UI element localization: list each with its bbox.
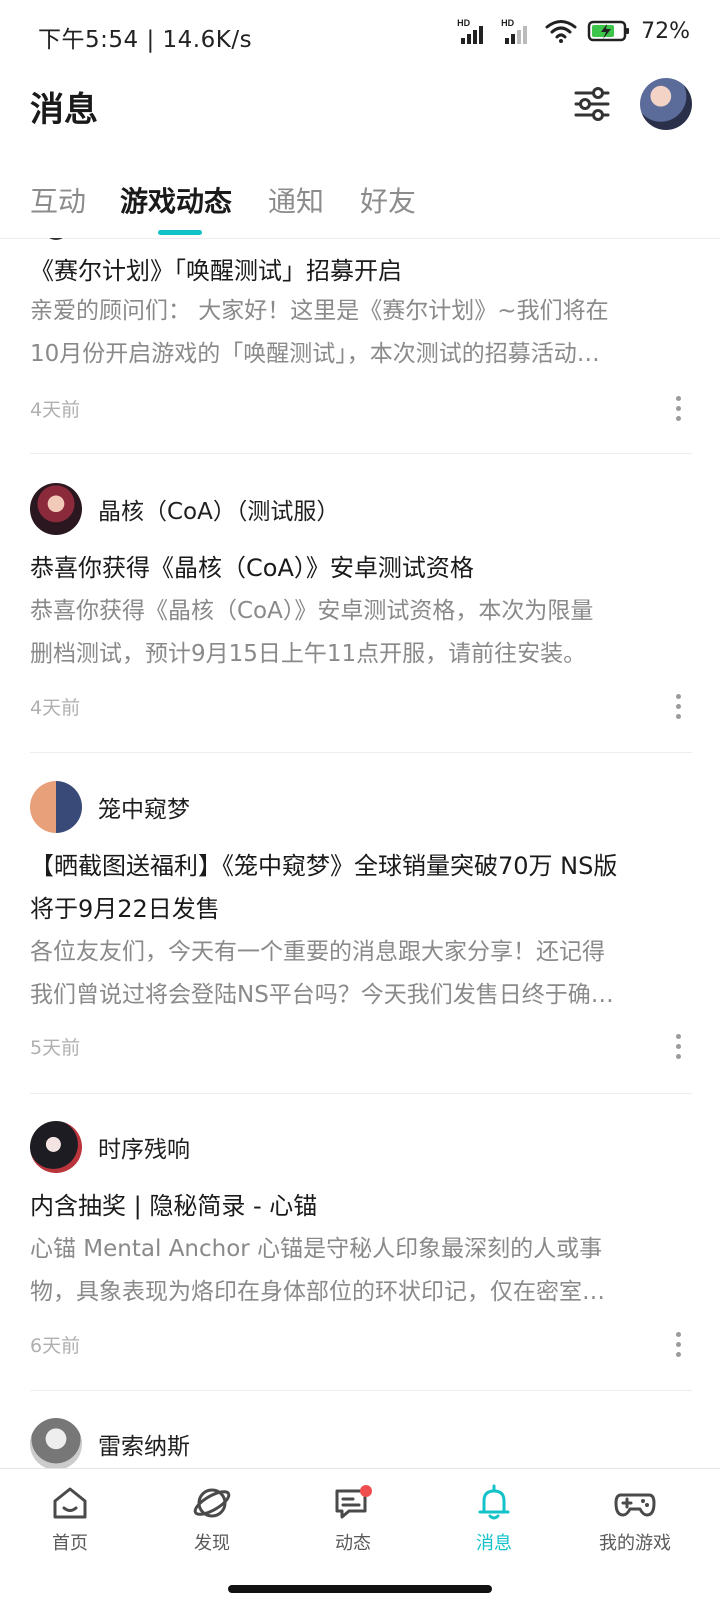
card-title: 内含抽奖 | 隐秘简录 - 心锚	[30, 1192, 318, 1220]
card-body-line: 物，具象表现为烙印在身体部位的环状印记，仅在密室…	[30, 1279, 605, 1305]
card-time: 6天前	[30, 1335, 81, 1357]
card-body-line: 亲爱的顾问们： 大家好！这里是《赛尔计划》~我们将在	[30, 298, 609, 324]
author-name: 笼中窥梦	[98, 797, 190, 823]
status-icons: HD HD 72%	[457, 18, 690, 44]
author-avatar	[44, 238, 68, 240]
divider	[30, 1093, 692, 1094]
wifi-icon	[545, 20, 577, 43]
nav-label: 我的游戏	[599, 1533, 671, 1554]
message-feed[interactable]: 《赛尔计划》「唤醒测试」招募开启 亲爱的顾问们： 大家好！这里是《赛尔计划》~我…	[0, 238, 720, 1468]
filter-icon[interactable]	[572, 84, 612, 124]
header: 消息	[0, 70, 720, 170]
tab-interactions[interactable]: 互动	[30, 180, 86, 220]
card-title-line-2: 将于9月22日发售	[30, 895, 220, 923]
feed-card[interactable]: 笼中窥梦 【晒截图送福利】《笼中窥梦》全球销量突破70万 NS版 将于9月22日…	[30, 781, 692, 1091]
feed-card[interactable]: 时序残响 内含抽奖 | 隐秘简录 - 心锚 心锚 Mental Anchor 心…	[30, 1121, 692, 1391]
more-icon[interactable]	[676, 1034, 682, 1059]
author-avatar[interactable]	[30, 1121, 82, 1173]
tab-notifications[interactable]: 通知	[268, 180, 324, 220]
nav-item-my-games[interactable]: 我的游戏	[580, 1483, 690, 1555]
card-body-line: 心锚 Mental Anchor 心锚是守秘人印象最深刻的人或事	[30, 1236, 603, 1262]
card-body-line: 10月份开启游戏的「唤醒测试」，本次测试的招募活动…	[30, 341, 600, 367]
author-name: 晶核（CoA）（测试服）	[98, 499, 340, 525]
card-body-line: 各位友友们，今天有一个重要的消息跟大家分享！还记得	[30, 939, 605, 965]
status-time-speed: 下午5:54 | 14.6K/s	[38, 27, 253, 53]
nav-label: 消息	[476, 1533, 512, 1554]
tab-friends[interactable]: 好友	[360, 180, 416, 220]
author-avatar[interactable]	[30, 1418, 82, 1468]
divider	[30, 453, 692, 454]
nav-item-home[interactable]: 首页	[15, 1483, 125, 1555]
card-time: 4天前	[30, 697, 81, 719]
active-tab-indicator	[158, 230, 202, 235]
author-avatar[interactable]	[30, 483, 82, 535]
tab-bar: 互动 游戏动态 通知 好友	[0, 170, 720, 239]
battery-icon	[587, 20, 630, 42]
nav-item-moments[interactable]: 动态	[298, 1483, 408, 1555]
author-row[interactable]: 笼中窥梦	[30, 781, 190, 833]
nav-item-messages[interactable]: 消息	[439, 1483, 549, 1555]
moments-icon	[335, 1485, 372, 1519]
bell-icon	[478, 1484, 510, 1520]
page-title: 消息	[30, 90, 98, 130]
home-icon	[53, 1487, 87, 1519]
signal-icon: HD	[457, 18, 491, 44]
card-time: 4天前	[30, 399, 81, 421]
status-bar: 下午5:54 | 14.6K/s HD HD 72%	[0, 0, 720, 70]
author-row[interactable]: 雷索纳斯	[30, 1418, 190, 1468]
author-row[interactable]: 晶核（CoA）（测试服）	[30, 483, 339, 535]
card-title: 《赛尔计划》「唤醒测试」招募开启	[30, 257, 402, 285]
author-name: 时序残响	[98, 1137, 190, 1163]
bottom-nav: 首页 发现 动态 消息 我的游戏	[0, 1468, 720, 1601]
card-body-line: 恭喜你获得《晶核（CoA）》安卓测试资格，本次为限量	[30, 598, 594, 624]
avatar[interactable]	[640, 78, 692, 130]
battery-percent: 72%	[641, 18, 690, 44]
author-name: 雷索纳斯	[98, 1434, 190, 1460]
discover-icon	[193, 1488, 231, 1518]
notification-badge	[360, 1485, 372, 1497]
divider	[30, 1390, 692, 1391]
author-avatar[interactable]	[30, 781, 82, 833]
gamepad-icon	[614, 1493, 656, 1517]
card-time: 5天前	[30, 1037, 81, 1059]
feed-card[interactable]: 晶核（CoA）（测试服） 恭喜你获得《晶核（CoA）》安卓测试资格 恭喜你获得《…	[30, 483, 692, 753]
nav-label: 动态	[335, 1533, 371, 1554]
feed-card[interactable]: 雷索纳斯	[30, 1418, 692, 1468]
tab-game-updates[interactable]: 游戏动态	[120, 180, 232, 220]
author-row[interactable]: 时序残响	[30, 1121, 190, 1173]
divider	[30, 752, 692, 753]
nav-item-discover[interactable]: 发现	[157, 1483, 267, 1555]
nav-label: 首页	[52, 1533, 88, 1554]
home-indicator[interactable]	[228, 1585, 492, 1593]
more-icon[interactable]	[676, 694, 682, 719]
signal-icon-2: HD	[501, 18, 535, 44]
card-body-line: 删档测试，预计9月15日上午11点开服，请前往安装。	[30, 641, 587, 667]
card-title: 恭喜你获得《晶核（CoA）》安卓测试资格	[30, 554, 474, 582]
nav-label: 发现	[194, 1533, 230, 1554]
card-body-line: 我们曾说过将会登陆NS平台吗？今天我们发售日终于确…	[30, 982, 614, 1008]
more-icon[interactable]	[676, 396, 682, 421]
more-icon[interactable]	[676, 1332, 682, 1357]
card-title: 【晒截图送福利】《笼中窥梦》全球销量突破70万 NS版	[30, 852, 618, 880]
feed-card[interactable]: 《赛尔计划》「唤醒测试」招募开启 亲爱的顾问们： 大家好！这里是《赛尔计划》~我…	[30, 238, 692, 453]
